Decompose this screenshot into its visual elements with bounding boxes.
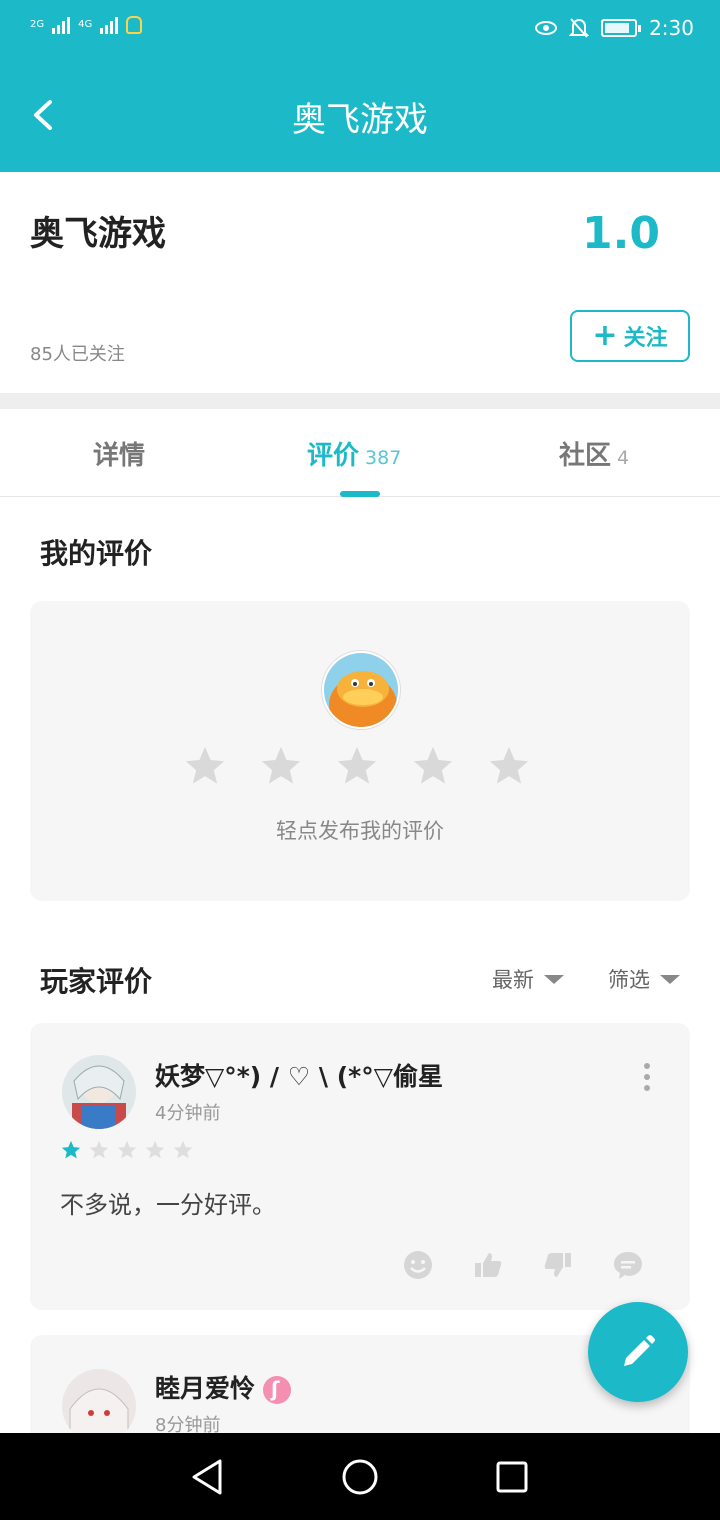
- tab-label: 社区: [559, 441, 612, 471]
- game-score: 1.0: [582, 208, 660, 259]
- thumbs-down-icon[interactable]: [542, 1249, 574, 1281]
- review-username[interactable]: 睦月爱怜: [155, 1369, 292, 1405]
- app-header: 2G 4G 2:30 奥飞游戏: [0, 0, 720, 172]
- star-icon[interactable]: [334, 743, 380, 789]
- tab-count: 4: [617, 447, 630, 469]
- follower-count: 85人已关注: [30, 344, 125, 365]
- nav-home-icon[interactable]: [340, 1457, 380, 1497]
- caret-down-icon: [660, 974, 680, 984]
- section-divider: [0, 393, 720, 409]
- vpn-lock-icon: [126, 16, 143, 34]
- status-bar: 2G 4G 2:30: [0, 0, 720, 60]
- star-icon: [61, 1140, 81, 1159]
- star-icon: [117, 1140, 137, 1159]
- nav-back-icon[interactable]: [188, 1457, 228, 1497]
- star-icon[interactable]: [258, 743, 304, 789]
- more-options-icon[interactable]: [644, 1063, 652, 1091]
- signal-icon: [52, 16, 71, 34]
- tab-reviews[interactable]: 评价 387: [307, 435, 401, 472]
- star-icon[interactable]: [486, 743, 532, 789]
- my-review-card[interactable]: 轻点发布我的评价: [30, 601, 690, 901]
- signal-icon: [100, 16, 119, 34]
- star-icon: [145, 1140, 165, 1159]
- filter-label: 筛选: [608, 968, 650, 992]
- thumbs-up-icon[interactable]: [472, 1249, 504, 1281]
- status-time: 2:30: [649, 16, 694, 40]
- pencil-icon: [624, 1335, 655, 1366]
- review-username[interactable]: 妖梦▽°*) / ♡ \ (*°▽偷星: [155, 1057, 443, 1093]
- star-icon: [173, 1140, 193, 1159]
- tab-bar: 详情 评价 387 社区 4: [0, 409, 720, 497]
- eye-comfort-icon: [535, 21, 558, 35]
- follow-label: 关注: [623, 326, 668, 351]
- tab-count: 387: [365, 447, 402, 469]
- tab-details[interactable]: 详情: [93, 435, 145, 472]
- user-badge-icon: [263, 1376, 292, 1404]
- star-icon[interactable]: [182, 743, 228, 789]
- review-text: 不多说，一分好评。: [60, 1191, 276, 1219]
- system-nav-bar: [0, 1433, 720, 1520]
- review-username-text: 睦月爱怜: [155, 1374, 256, 1403]
- avatar: [322, 651, 400, 729]
- rating-input: [182, 743, 532, 789]
- active-tab-indicator: [340, 491, 380, 497]
- sort-label: 最新: [492, 968, 534, 992]
- avatar[interactable]: [62, 1055, 136, 1129]
- tab-label: 详情: [93, 441, 146, 471]
- avatar[interactable]: [62, 1369, 136, 1433]
- bell-off-icon: [569, 18, 590, 38]
- star-icon: [89, 1140, 109, 1159]
- review-actions: [402, 1249, 644, 1281]
- page-title: 奥飞游戏: [292, 100, 428, 140]
- star-icon[interactable]: [410, 743, 456, 789]
- tab-label: 评价: [307, 441, 360, 471]
- signal-label-2: 4G: [78, 19, 93, 30]
- caret-down-icon: [544, 974, 564, 984]
- tab-community[interactable]: 社区 4: [559, 435, 629, 472]
- filter-dropdown[interactable]: 筛选: [608, 964, 680, 994]
- sort-dropdown[interactable]: 最新: [492, 964, 564, 994]
- write-review-button[interactable]: [588, 1302, 688, 1402]
- signal-label-1: 2G: [30, 19, 45, 30]
- rating-hint: 轻点发布我的评价: [276, 819, 444, 843]
- review-rating: [60, 1139, 194, 1161]
- follow-button[interactable]: + 关注: [570, 310, 690, 362]
- nav-recents-icon[interactable]: [492, 1457, 532, 1497]
- emoji-icon[interactable]: [402, 1249, 434, 1281]
- review-card[interactable]: 妖梦▽°*) / ♡ \ (*°▽偷星 4分钟前 不多说，一分好评。: [30, 1023, 690, 1310]
- review-time: 4分钟前: [155, 1103, 221, 1124]
- game-name: 奥飞游戏: [30, 214, 166, 254]
- comment-icon[interactable]: [612, 1249, 644, 1281]
- plus-icon: +: [592, 318, 618, 353]
- my-review-title: 我的评价: [40, 537, 153, 570]
- player-reviews-title: 玩家评价: [40, 965, 153, 998]
- review-time: 8分钟前: [155, 1415, 221, 1433]
- battery-icon: [601, 19, 642, 37]
